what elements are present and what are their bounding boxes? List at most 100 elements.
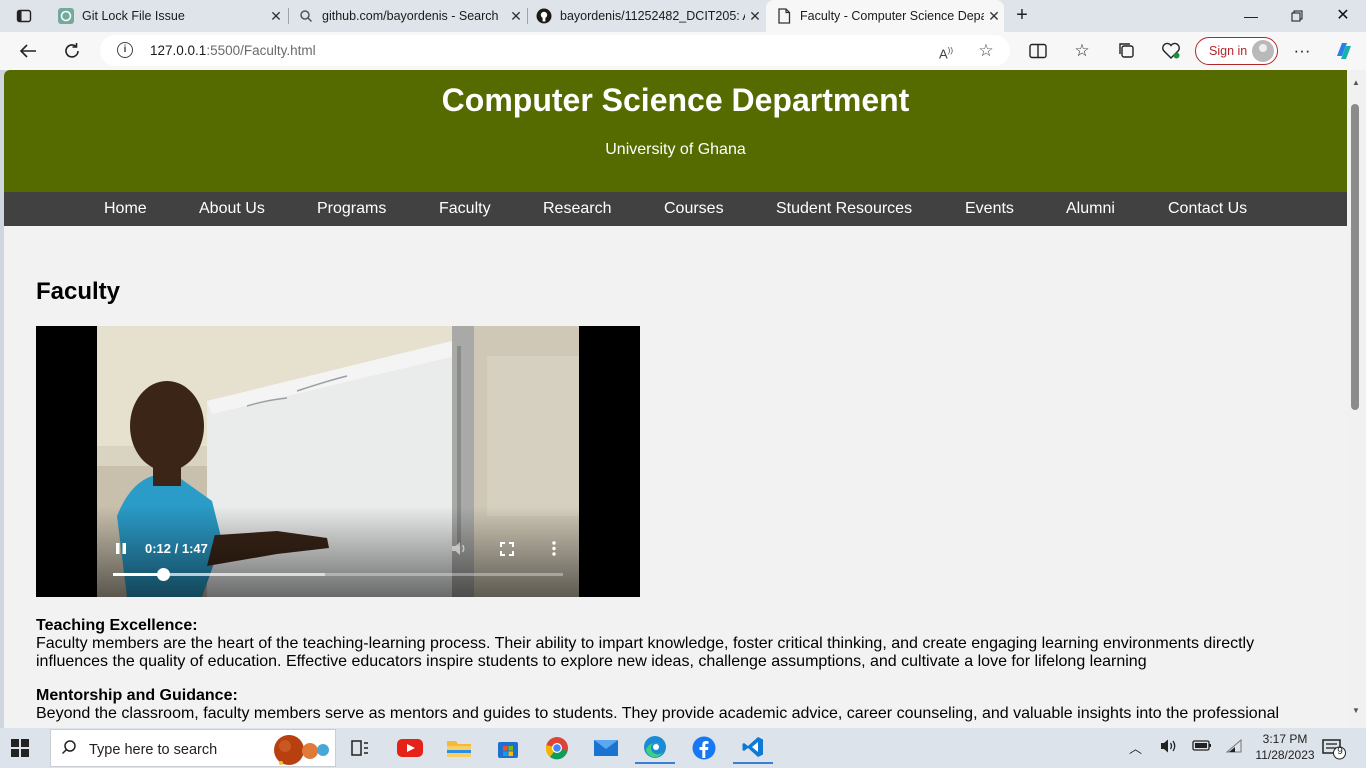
sign-in-button[interactable]: Sign in xyxy=(1195,37,1278,65)
browser-tab-faculty[interactable]: Faculty - Computer Science Depa ✕ xyxy=(766,0,1004,32)
show-hidden-icons-button[interactable]: ︿ xyxy=(1129,738,1142,757)
heart-pulse-icon xyxy=(1162,42,1180,59)
taskbar-chrome[interactable] xyxy=(537,732,577,764)
settings-more-button[interactable]: ··· xyxy=(1288,37,1316,65)
close-tab-icon[interactable]: ✕ xyxy=(506,8,526,25)
tab-actions-icon xyxy=(16,9,32,23)
notification-center-button[interactable]: 9 xyxy=(1322,738,1346,760)
taskbar-youtube[interactable] xyxy=(390,732,430,764)
url-text[interactable]: 127.0.0.1:5500/Faculty.html xyxy=(150,43,316,58)
favorites-button[interactable]: ☆ xyxy=(1068,37,1096,65)
scrollbar-thumb[interactable] xyxy=(1351,104,1359,410)
new-tab-button[interactable]: + xyxy=(1010,4,1034,28)
video-time: 0:12 / 1:47 xyxy=(145,541,208,556)
faculty-video-player[interactable]: 0:12 / 1:47 xyxy=(36,326,640,597)
restore-icon xyxy=(1291,10,1303,22)
nav-courses[interactable]: Courses xyxy=(664,200,724,218)
scroll-up-icon[interactable]: ▲ xyxy=(1352,78,1360,87)
nav-student-resources[interactable]: Student Resources xyxy=(776,200,912,218)
tab-actions-button[interactable] xyxy=(8,4,40,28)
close-icon: ✕ xyxy=(1336,7,1350,24)
fullscreen-icon xyxy=(500,542,514,556)
scroll-down-icon[interactable]: ▼ xyxy=(1352,706,1360,715)
taskbar-clock[interactable]: 3:17 PM 11/28/2023 xyxy=(1246,731,1324,763)
taskbar-edge[interactable] xyxy=(635,732,675,764)
address-bar[interactable]: i 127.0.0.1:5500/Faculty.html A)) ☆ xyxy=(100,35,1010,66)
copilot-button[interactable] xyxy=(1330,37,1358,65)
tab-label: Faculty - Computer Science Depa xyxy=(800,9,984,23)
facebook-icon xyxy=(692,736,716,760)
chevron-up-icon: ︿ xyxy=(1129,741,1143,756)
pause-button[interactable] xyxy=(115,542,127,560)
split-screen-button[interactable] xyxy=(1024,37,1052,65)
browser-toolbar: i 127.0.0.1:5500/Faculty.html A)) ☆ ☆ Si… xyxy=(0,32,1366,70)
taskbar-file-explorer[interactable] xyxy=(439,732,479,764)
task-view-icon xyxy=(351,740,368,756)
network-tray-button[interactable] xyxy=(1225,738,1243,757)
section-teaching-excellence: Teaching Excellence: Faculty members are… xyxy=(36,617,1296,671)
browser-tab-git-lock[interactable]: Git Lock File Issue ✕ xyxy=(48,0,286,32)
battery-tray-button[interactable] xyxy=(1192,738,1212,755)
minimize-icon: — xyxy=(1244,8,1258,24)
nav-faculty[interactable]: Faculty xyxy=(439,200,491,218)
favorite-star-icon[interactable]: ☆ xyxy=(976,41,996,61)
nav-research[interactable]: Research xyxy=(543,200,611,218)
nav-home[interactable]: Home xyxy=(104,200,147,218)
section-title: Mentorship and Guidance: xyxy=(36,687,238,704)
nav-events[interactable]: Events xyxy=(965,200,1014,218)
taskbar-vscode[interactable] xyxy=(733,732,773,764)
video-more-button[interactable] xyxy=(552,541,556,561)
start-button[interactable] xyxy=(10,738,30,758)
search-highlight-planets-icon xyxy=(274,735,329,765)
collections-button[interactable] xyxy=(1113,37,1141,65)
page-icon xyxy=(776,8,792,24)
site-info-icon[interactable]: i xyxy=(117,42,133,58)
youtube-icon xyxy=(397,739,423,757)
search-icon xyxy=(61,739,77,760)
minimize-button[interactable]: — xyxy=(1228,0,1274,32)
taskbar-search-input[interactable]: Type here to search xyxy=(50,729,336,767)
site-subtitle: University of Ghana xyxy=(605,141,746,158)
volume-icon xyxy=(452,542,465,555)
taskbar-mail[interactable] xyxy=(586,732,626,764)
task-view-button[interactable] xyxy=(340,732,380,764)
section-body: Faculty members are the heart of the tea… xyxy=(36,635,1255,670)
copilot-icon xyxy=(1337,43,1351,59)
section-body: Beyond the classroom, faculty members se… xyxy=(36,705,1280,722)
browser-essentials-button[interactable] xyxy=(1157,37,1185,65)
restore-button[interactable] xyxy=(1274,0,1320,32)
back-button[interactable] xyxy=(14,37,42,65)
fullscreen-button[interactable] xyxy=(500,542,514,561)
nav-alumni[interactable]: Alumni xyxy=(1066,200,1115,218)
nav-programs[interactable]: Programs xyxy=(317,200,386,218)
chatgpt-icon xyxy=(58,8,74,24)
main-nav: Home About Us Programs Faculty Research … xyxy=(4,192,1347,226)
close-window-button[interactable]: ✕ xyxy=(1320,0,1366,32)
tab-label: github.com/bayordenis - Search xyxy=(322,9,499,23)
more-vertical-icon xyxy=(552,541,556,556)
taskbar-microsoft-store[interactable] xyxy=(488,732,528,764)
browser-tab-strip: Git Lock File Issue ✕ github.com/bayorde… xyxy=(0,0,1366,32)
site-title: Computer Science Department xyxy=(441,82,910,118)
site-header: Computer Science Department University o… xyxy=(4,70,1347,192)
more-dots-icon: ··· xyxy=(1293,41,1311,60)
video-played-bar xyxy=(113,573,164,576)
clock-time: 3:17 PM xyxy=(1262,732,1308,746)
video-progress-bar[interactable] xyxy=(113,568,563,581)
close-tab-icon[interactable]: ✕ xyxy=(984,8,1004,25)
nav-contact-us[interactable]: Contact Us xyxy=(1168,200,1247,218)
tab-label: Git Lock File Issue xyxy=(82,9,185,23)
page-scrollbar[interactable]: ▲ ▼ xyxy=(1347,70,1366,728)
close-tab-icon[interactable]: ✕ xyxy=(745,8,765,25)
taskbar: Type here to search ︿ 3:17 PM 11/28/2023 xyxy=(0,728,1366,768)
volume-tray-button[interactable] xyxy=(1160,738,1178,757)
browser-tab-search[interactable]: github.com/bayordenis - Search ✕ xyxy=(290,0,526,32)
refresh-button[interactable] xyxy=(58,37,86,65)
close-tab-icon[interactable]: ✕ xyxy=(266,8,286,25)
nav-about-us[interactable]: About Us xyxy=(199,200,265,218)
volume-button[interactable] xyxy=(451,541,468,561)
browser-tab-github[interactable]: bayordenis/11252482_DCIT205: A ✕ xyxy=(529,0,765,32)
edge-icon xyxy=(644,736,666,758)
read-aloud-icon[interactable]: A)) xyxy=(936,41,956,61)
taskbar-facebook[interactable] xyxy=(684,732,724,764)
